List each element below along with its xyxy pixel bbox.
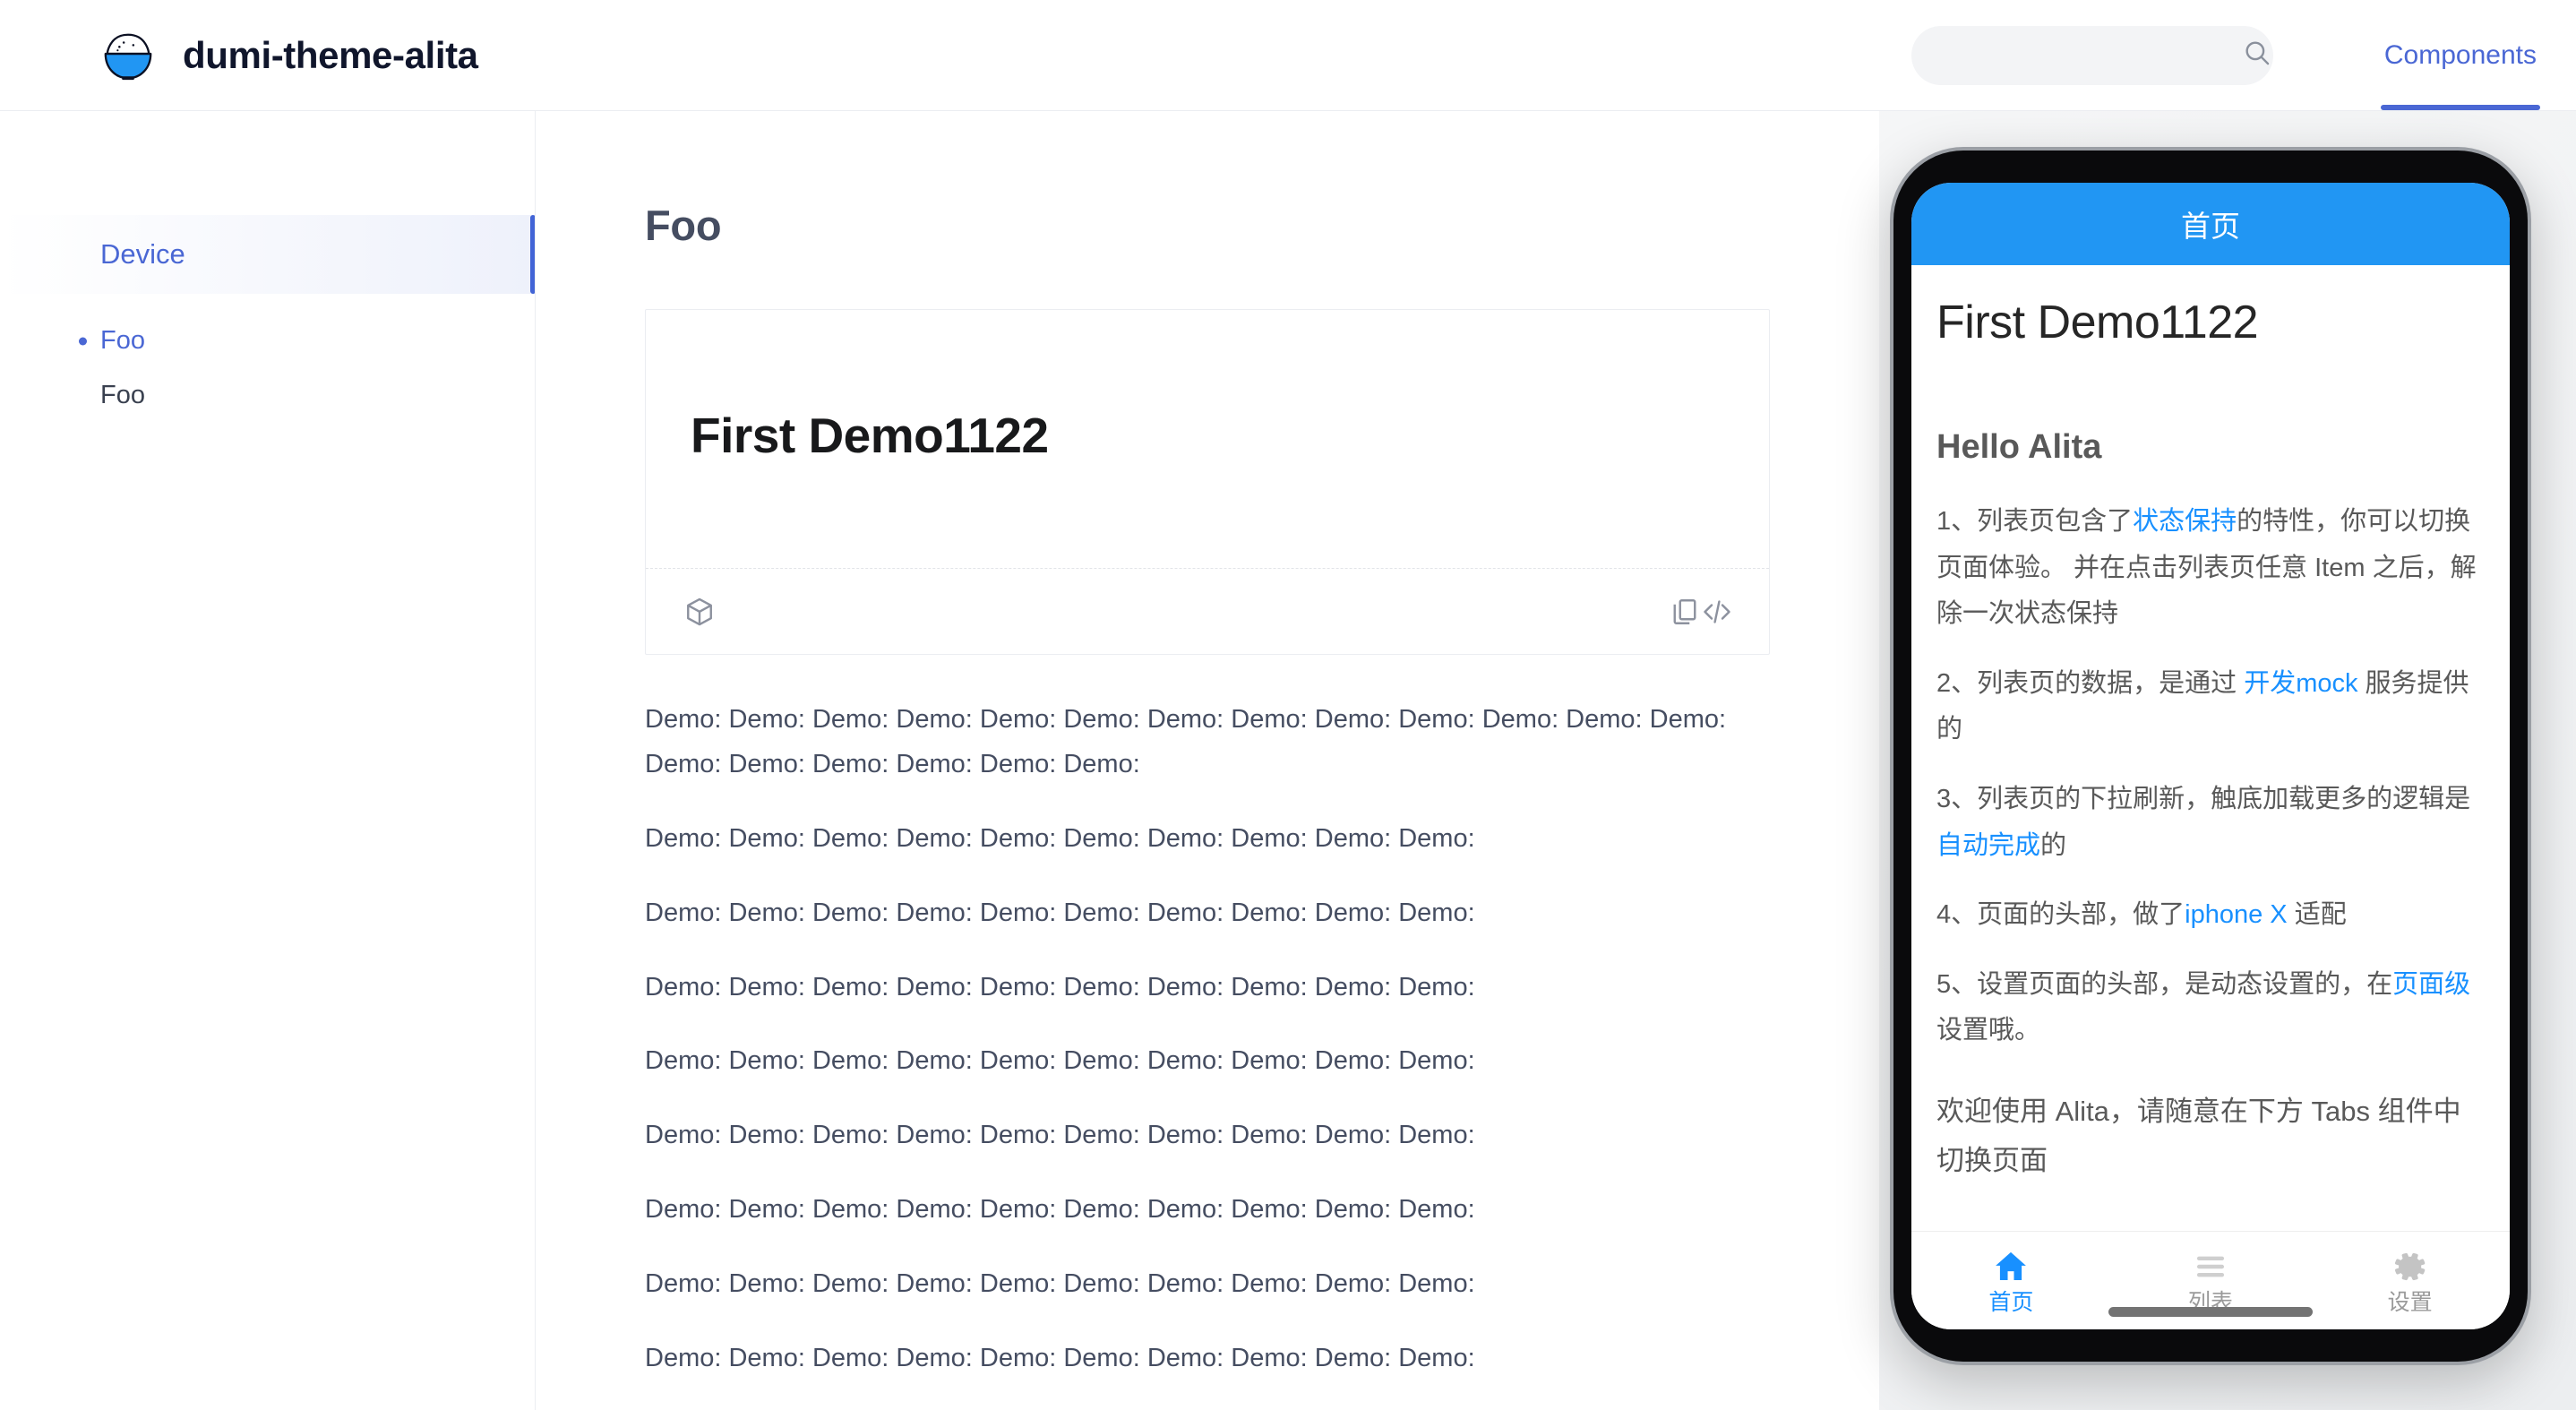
- paragraph: Demo: Demo: Demo: Demo: Demo: Demo: Demo…: [645, 1188, 1770, 1233]
- phone-inline-text: 4、页面的头部，做了: [1936, 900, 2185, 929]
- paragraph: Demo: Demo: Demo: Demo: Demo: Demo: Demo…: [645, 891, 1770, 936]
- search-box[interactable]: [1911, 26, 2273, 85]
- nav-item-label: Components: [2384, 40, 2537, 71]
- rice-bowl-icon: [100, 28, 156, 83]
- tab-label: 设置: [2388, 1292, 2433, 1314]
- phone-feature-list: 1、列表页包含了状态保持的特性，你可以切换页面体验。 并在点击列表页任意 Ite…: [1936, 499, 2485, 1054]
- paragraph: Demo: Demo: Demo: Demo: Demo: Demo: Demo…: [645, 698, 1770, 787]
- code-icon[interactable]: [1701, 596, 1733, 628]
- phone-tabbar: 首页 列表 设置: [1911, 1231, 2510, 1329]
- home-icon: [1991, 1247, 2031, 1286]
- bullet-icon: [79, 337, 87, 345]
- phone-feature-item: 4、页面的头部，做了iphone X 适配: [1936, 892, 2485, 939]
- search-icon[interactable]: [2242, 38, 2272, 73]
- list-icon: [2191, 1247, 2230, 1286]
- phone-inline-text: 5、设置页面的头部，是动态设置的，在: [1936, 970, 2392, 999]
- tab-settings[interactable]: 设置: [2310, 1232, 2510, 1329]
- sidebar: Device Foo Foo: [0, 111, 536, 1410]
- paragraph: Demo: Demo: Demo: Demo: Demo: Demo: Demo…: [645, 966, 1770, 1010]
- phone-welcome-text: 欢迎使用 Alita，请随意在下方 Tabs 组件中切换页面: [1936, 1087, 2485, 1185]
- device-preview: 首页 First Demo1122 Hello Alita 1、列表页包含了状态…: [1890, 147, 2531, 1365]
- phone-inline-text: 1、列表页包含了: [1936, 507, 2133, 536]
- phone-feature-item: 5、设置页面的头部，是动态设置的，在页面级设置哦。: [1936, 962, 2485, 1054]
- search-input[interactable]: [1942, 41, 2242, 69]
- demo-toolbar: [646, 568, 1769, 654]
- gear-icon: [2391, 1247, 2430, 1286]
- nav-item-components[interactable]: Components: [2345, 0, 2576, 110]
- paragraph: Demo: Demo: Demo: Demo: Demo: Demo: Demo…: [645, 1337, 1770, 1381]
- cube-icon[interactable]: [683, 596, 716, 628]
- main-content: Foo First Demo1122: [536, 111, 1879, 1410]
- paragraph: Demo: Demo: Demo: Demo: Demo: Demo: Demo…: [645, 1262, 1770, 1307]
- app-title: dumi-theme-alita: [183, 34, 478, 77]
- phone-navbar-title: 首页: [2181, 202, 2240, 245]
- device-screen: 首页 First Demo1122 Hello Alita 1、列表页包含了状态…: [1911, 183, 2510, 1329]
- sidebar-group-device[interactable]: Device: [0, 215, 535, 294]
- copy-icon[interactable]: [1669, 596, 1701, 628]
- tab-label: 首页: [1988, 1292, 2033, 1314]
- brand-logo-link[interactable]: dumi-theme-alita: [100, 28, 478, 83]
- paragraph: Demo: Demo: Demo: Demo: Demo: Demo: Demo…: [645, 1113, 1770, 1158]
- phone-inline-text: 3、列表页的下拉刷新，触底加载更多的逻辑是: [1936, 785, 2470, 813]
- phone-inline-text: 设置哦。: [1936, 1016, 2040, 1045]
- sidebar-item-label: Foo: [100, 326, 145, 355]
- page-title: Foo: [645, 201, 1770, 250]
- sidebar-item-label: Foo: [100, 381, 145, 409]
- phone-inline-text: 的: [2040, 831, 2066, 860]
- phone-inline-link[interactable]: 状态保持: [2133, 507, 2237, 536]
- phone-inline-link[interactable]: 自动完成: [1936, 831, 2040, 860]
- demo-card: First Demo1122: [645, 309, 1770, 655]
- paragraph: Demo: Demo: Demo: Demo: Demo: Demo: Demo…: [645, 1039, 1770, 1084]
- phone-subheading: Hello Alita: [1936, 428, 2485, 467]
- header-right-area: Components: [1911, 0, 2576, 110]
- phone-heading: First Demo1122: [1936, 296, 2485, 349]
- sidebar-item-foo[interactable]: Foo: [0, 368, 535, 423]
- phone-inline-text: 适配: [2288, 900, 2347, 929]
- phone-navbar: 首页: [1911, 183, 2510, 265]
- paragraph: Demo: Demo: Demo: Demo: Demo: Demo: Demo…: [645, 817, 1770, 862]
- sidebar-group-label: Device: [100, 238, 185, 270]
- phone-body: First Demo1122 Hello Alita 1、列表页包含了状态保持的…: [1911, 265, 2510, 1231]
- phone-feature-item: 2、列表页的数据，是通过 开发mock 服务提供的: [1936, 661, 2485, 753]
- demo-preview-stage: First Demo1122: [646, 310, 1769, 568]
- phone-inline-link[interactable]: 页面级: [2392, 970, 2470, 999]
- tab-home[interactable]: 首页: [1911, 1232, 2111, 1329]
- phone-feature-item: 3、列表页的下拉刷新，触底加载更多的逻辑是自动完成的: [1936, 777, 2485, 869]
- phone-feature-item: 1、列表页包含了状态保持的特性，你可以切换页面体验。 并在点击列表页任意 Ite…: [1936, 499, 2485, 638]
- home-indicator: [2108, 1307, 2313, 1317]
- primary-nav: Components: [2345, 0, 2576, 110]
- phone-inline-link[interactable]: iphone X: [2185, 900, 2288, 929]
- app-header: dumi-theme-alita Components: [0, 0, 2576, 111]
- demo-heading: First Demo1122: [691, 407, 1049, 464]
- sidebar-item-foo-active[interactable]: Foo: [0, 314, 535, 368]
- sidebar-spacer: [0, 294, 535, 314]
- phone-inline-text: 2、列表页的数据，是通过: [1936, 669, 2244, 698]
- phone-inline-link[interactable]: 开发mock: [2244, 669, 2357, 698]
- demo-paragraphs: Demo: Demo: Demo: Demo: Demo: Demo: Demo…: [645, 698, 1770, 1381]
